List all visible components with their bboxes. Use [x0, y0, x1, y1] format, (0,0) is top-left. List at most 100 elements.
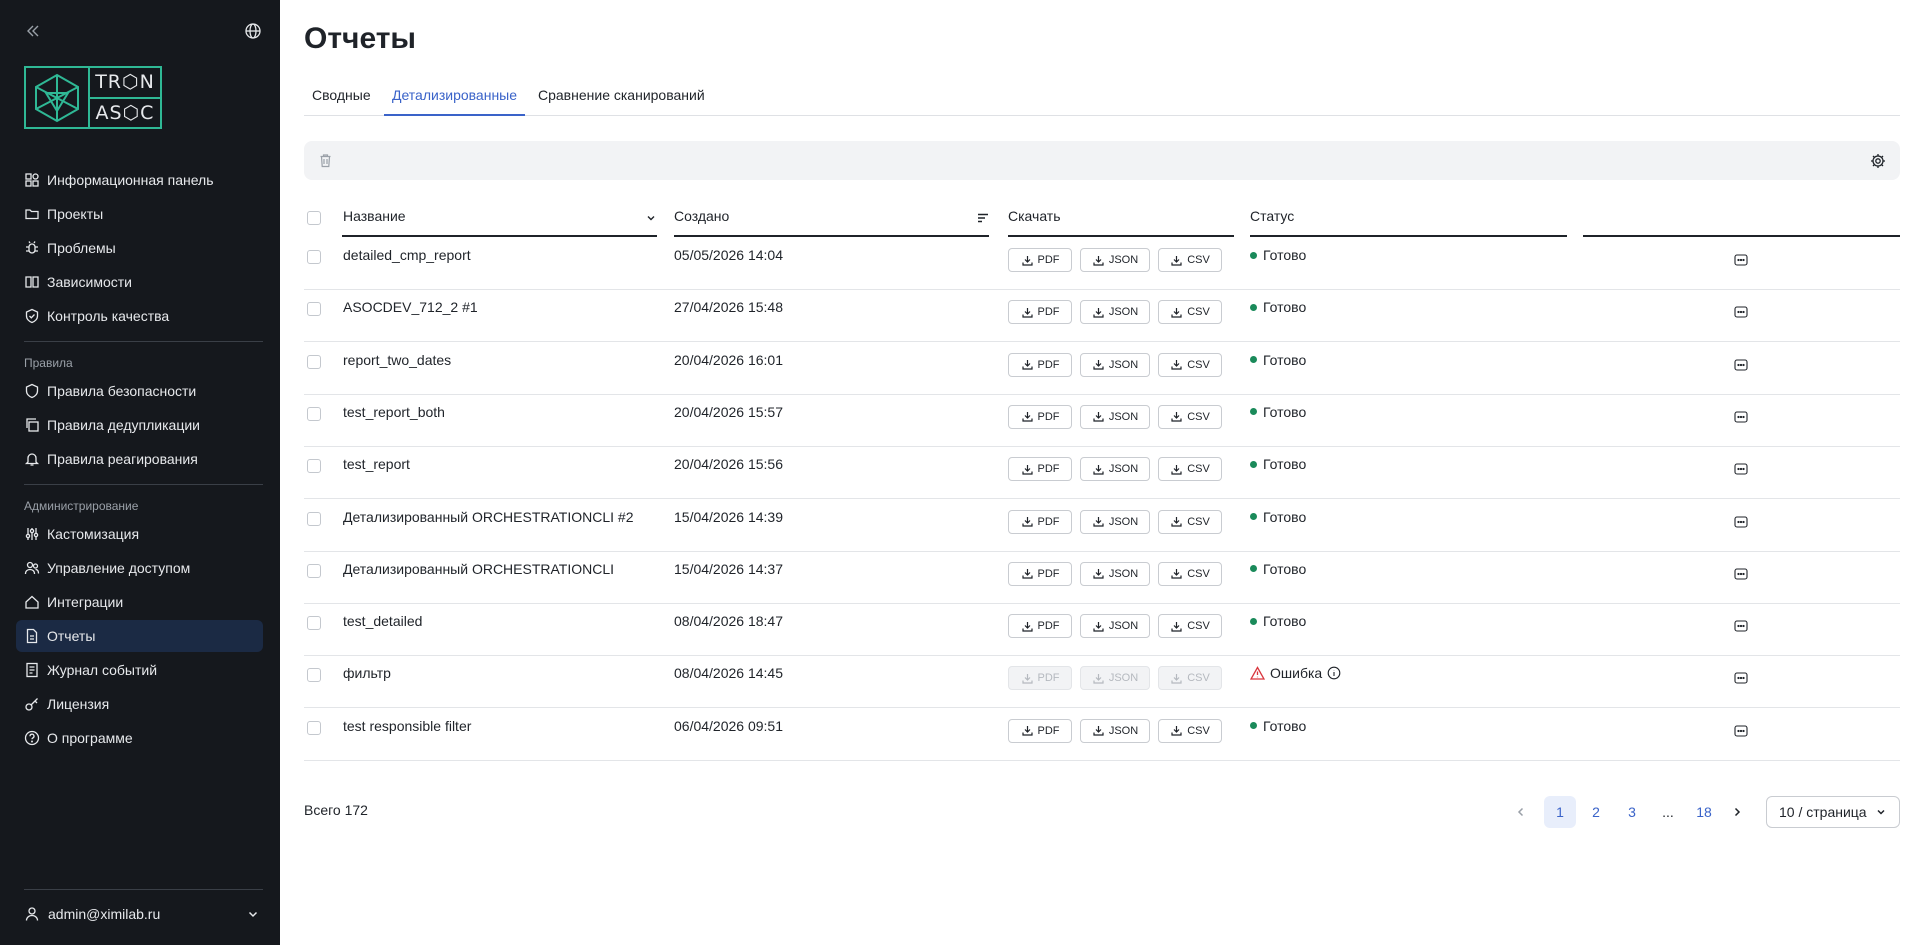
column-name[interactable]: Название [343, 208, 406, 224]
page-last[interactable]: 18 [1688, 796, 1720, 828]
download-json-button[interactable]: JSON [1080, 614, 1150, 639]
status-text: Готово [1263, 560, 1307, 577]
more-options-icon[interactable] [1734, 253, 1748, 267]
tab-summary[interactable]: Сводные [304, 84, 379, 116]
download-csv-button[interactable]: CSV [1158, 509, 1222, 534]
download-pdf-button[interactable]: PDF [1008, 561, 1072, 586]
page-size-select[interactable]: 10 / страница [1766, 796, 1900, 828]
download-csv-button[interactable]: CSV [1158, 352, 1222, 377]
download-pdf-button[interactable]: PDF [1008, 404, 1072, 429]
chevron-down-icon[interactable] [645, 212, 657, 224]
row-checkbox[interactable] [307, 563, 321, 578]
sidebar-item-security-rules[interactable]: Правила безопасности [16, 375, 263, 407]
download-csv-button[interactable]: CSV [1158, 614, 1222, 639]
download-json-button[interactable]: JSON [1080, 509, 1150, 534]
report-name: report_two_dates [343, 351, 452, 368]
download-icon [1093, 569, 1104, 579]
logo-text-bottom: AS⬡C [95, 101, 155, 124]
download-json-button[interactable]: JSON [1080, 718, 1150, 743]
sidebar-item-dedup-rules[interactable]: Правила дедупликации [16, 409, 263, 441]
gear-icon[interactable] [1870, 153, 1886, 169]
sidebar-item-dependencies[interactable]: Зависимости [16, 266, 263, 298]
more-options-icon[interactable] [1734, 462, 1748, 476]
download-csv-label: CSV [1187, 515, 1210, 528]
tab-scan-comparison[interactable]: Сравнение сканирований [530, 84, 713, 116]
more-options-icon[interactable] [1734, 671, 1748, 685]
logo: TR⬡N AS⬡C [24, 66, 162, 129]
download-icon [1021, 360, 1033, 370]
download-pdf-button[interactable]: PDF [1008, 457, 1072, 482]
download-pdf-button[interactable]: PDF [1008, 352, 1072, 377]
sidebar-item-event-log[interactable]: Журнал событий [16, 654, 263, 686]
download-json-button[interactable]: JSON [1080, 248, 1150, 272]
more-options-icon[interactable] [1734, 358, 1748, 372]
row-checkbox[interactable] [307, 511, 321, 526]
row-checkbox[interactable] [307, 668, 321, 683]
page-3[interactable]: 3 [1616, 796, 1648, 828]
download-csv-button[interactable]: CSV [1158, 404, 1222, 429]
sidebar-item-label: Правила безопасности [47, 383, 197, 399]
download-json-button[interactable]: JSON [1080, 300, 1150, 325]
sidebar-item-response-rules[interactable]: Правила реагирования [16, 443, 263, 475]
download-pdf-button[interactable]: PDF [1008, 300, 1072, 325]
download-pdf-button[interactable]: PDF [1008, 718, 1072, 743]
info-icon[interactable] [1327, 666, 1341, 680]
download-icon [1021, 621, 1033, 632]
download-csv-button[interactable]: CSV [1158, 248, 1222, 272]
sort-icon[interactable] [976, 211, 990, 225]
more-options-icon[interactable] [1734, 515, 1748, 529]
download-pdf-button[interactable]: PDF [1008, 248, 1072, 272]
column-created[interactable]: Создано [674, 208, 729, 224]
download-json-button[interactable]: JSON [1080, 561, 1150, 586]
more-options-icon[interactable] [1734, 567, 1748, 581]
select-all-checkbox[interactable] [307, 211, 321, 225]
download-csv-button[interactable]: CSV [1158, 561, 1222, 586]
sidebar-item-license[interactable]: Лицензия [16, 688, 263, 720]
download-json-button[interactable]: JSON [1080, 352, 1150, 377]
download-csv-button[interactable]: CSV [1158, 300, 1222, 325]
download-csv-button[interactable]: CSV [1158, 718, 1222, 743]
header-underline [342, 235, 657, 237]
next-page-button[interactable] [1726, 796, 1748, 828]
more-options-icon[interactable] [1734, 619, 1748, 633]
sidebar-item-projects[interactable]: Проекты [16, 198, 263, 230]
row-checkbox[interactable] [307, 616, 321, 631]
user-menu[interactable]: admin@ximilab.ru [24, 904, 260, 924]
sidebar-item-quality-control[interactable]: Контроль качества [16, 300, 263, 332]
sidebar-item-reports[interactable]: Отчеты [16, 620, 263, 652]
collapse-sidebar-icon[interactable] [24, 22, 42, 40]
report-name: Детализированный ORCHESTRATIONCLI #2 [343, 508, 634, 525]
download-json-button[interactable]: JSON [1080, 404, 1150, 429]
page-2[interactable]: 2 [1580, 796, 1612, 828]
row-checkbox[interactable] [307, 720, 321, 735]
download-icon [1093, 412, 1104, 422]
more-options-icon[interactable] [1734, 305, 1748, 319]
sidebar-item-about[interactable]: О программе [16, 722, 263, 754]
logo-text-top: TR⬡N [90, 68, 160, 99]
more-options-icon[interactable] [1734, 410, 1748, 424]
more-options-icon[interactable] [1734, 724, 1748, 738]
download-pdf-button[interactable]: PDF [1008, 614, 1072, 639]
page-1[interactable]: 1 [1544, 796, 1576, 828]
download-json-button[interactable]: JSON [1080, 457, 1150, 482]
sidebar-divider [24, 484, 263, 485]
sidebar-item-customization[interactable]: Кастомизация [16, 518, 263, 550]
row-checkbox[interactable] [307, 302, 321, 317]
download-csv-button[interactable]: CSV [1158, 457, 1222, 482]
delete-icon[interactable] [318, 153, 333, 168]
row-checkbox[interactable] [307, 459, 321, 474]
download-pdf-button[interactable]: PDF [1008, 509, 1072, 534]
sidebar-item-integrations[interactable]: Интеграции [16, 586, 263, 618]
row-checkbox[interactable] [307, 354, 321, 369]
download-json-label: JSON [1108, 306, 1139, 319]
tab-detailed[interactable]: Детализированные [384, 84, 526, 116]
row-checkbox[interactable] [307, 250, 321, 264]
sidebar-item-dashboard[interactable]: Информационная панель [16, 164, 263, 196]
prev-page-button[interactable] [1510, 796, 1532, 828]
sidebar-item-access[interactable]: Управление доступом [16, 552, 263, 584]
download-icon [1093, 255, 1104, 266]
globe-icon[interactable] [244, 22, 262, 40]
download-icon [1093, 307, 1104, 318]
sidebar-item-issues[interactable]: Проблемы [16, 232, 263, 264]
row-checkbox[interactable] [307, 406, 321, 421]
